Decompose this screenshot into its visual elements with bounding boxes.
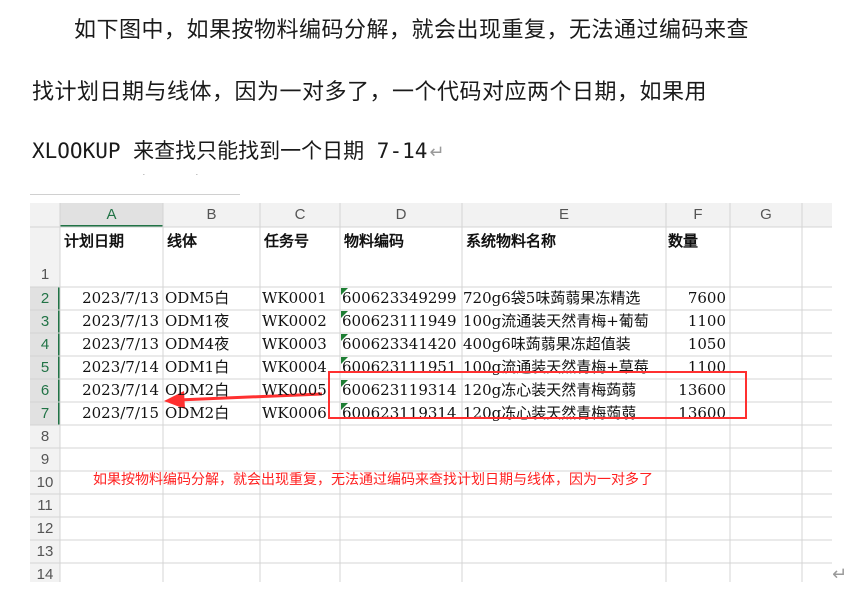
paragraph-text-2: 找计划日期与线体，因为一对多了，一个代码对应两个日期，如果用 — [32, 80, 708, 105]
row-number[interactable]: 6 — [30, 379, 60, 402]
highlight-box — [328, 371, 747, 419]
col-header-d[interactable]: D — [340, 204, 462, 226]
cell-code[interactable]: 600623341420 — [342, 333, 462, 356]
cell-name[interactable]: 720g6袋5味蒟蒻果冻精选 — [463, 287, 665, 310]
header-material-code[interactable]: 物料编码 — [344, 230, 460, 253]
paragraph-line-1: 如下图中，如果按物料编码分解，就会出现重复，无法通过编码来查 — [32, 12, 749, 44]
return-mark-icon: ↵ — [832, 564, 848, 585]
row-number[interactable]: 2 — [30, 287, 60, 310]
header-material-name[interactable]: 系统物料名称 — [466, 230, 664, 253]
row-number[interactable]: 12 — [30, 517, 60, 540]
col-header-a[interactable]: A — [60, 204, 163, 226]
row-number[interactable]: 13 — [30, 540, 60, 563]
paragraph-line-3: XLOOKUP 来查找只能找到一个日期 7-14 ↵ — [32, 135, 445, 165]
paragraph-line-2: 找计划日期与线体，因为一对多了，一个代码对应两个日期，如果用 — [32, 74, 707, 106]
header-task-no[interactable]: 任务号 — [264, 230, 338, 253]
cell-code[interactable]: 600623111949 — [342, 310, 462, 333]
cell-task[interactable]: WK0003 — [262, 333, 339, 356]
row-number[interactable]: 5 — [30, 356, 60, 379]
col-header-g[interactable]: G — [730, 204, 802, 226]
row-number[interactable]: 11 — [30, 494, 60, 517]
cell-code[interactable]: 600623349299 — [342, 287, 462, 310]
cell-line[interactable]: ODM1白 — [165, 356, 259, 379]
row-number[interactable]: 9 — [30, 448, 60, 471]
cell-date[interactable]: 2023/7/15 — [60, 402, 159, 425]
col-header-c[interactable]: C — [260, 204, 340, 226]
cell-task[interactable]: WK0001 — [262, 287, 339, 310]
return-mark-icon: ↵ — [429, 142, 445, 163]
paragraph-text-3: 来查找只能找到一个日期 7-14 — [120, 139, 428, 163]
cell-line[interactable]: ODM5白 — [165, 287, 259, 310]
cell-line[interactable]: ODM2白 — [165, 379, 259, 402]
cell-name[interactable]: 100g流通装天然青梅+葡萄 — [463, 310, 665, 333]
col-header-f[interactable]: F — [666, 204, 730, 226]
row-number[interactable]: 4 — [30, 333, 60, 356]
cell-line[interactable]: ODM4夜 — [165, 333, 259, 356]
cell-line[interactable]: ODM2白 — [165, 402, 259, 425]
row-number[interactable]: 10 — [30, 471, 60, 494]
col-header-b[interactable]: B — [163, 204, 260, 226]
toolbar-fragment: · · — [30, 174, 240, 195]
spreadsheet-image: A B C D E F G 1 2 3 4 5 6 7 8 9 10 11 12… — [30, 203, 832, 582]
cell-qty[interactable]: 1100 — [666, 310, 726, 333]
cell-line[interactable]: ODM1夜 — [165, 310, 259, 333]
cell-date[interactable]: 2023/7/14 — [60, 379, 159, 402]
cell-qty[interactable]: 1050 — [666, 333, 726, 356]
row-number[interactable]: 8 — [30, 425, 60, 448]
cell-name[interactable]: 400g6味蒟蒻果冻超值装 — [463, 333, 665, 356]
cell-date[interactable]: 2023/7/13 — [60, 287, 159, 310]
cell-date[interactable]: 2023/7/13 — [60, 310, 159, 333]
row-number[interactable]: 7 — [30, 402, 60, 425]
row-number[interactable]: 1 — [30, 263, 60, 286]
cell-date[interactable]: 2023/7/13 — [60, 333, 159, 356]
xlookup-text: XLOOKUP — [32, 139, 121, 163]
header-quantity[interactable]: 数量 — [668, 230, 728, 253]
cell-date[interactable]: 2023/7/14 — [60, 356, 159, 379]
col-header-e[interactable]: E — [462, 204, 666, 226]
cell-task[interactable]: WK0002 — [262, 310, 339, 333]
paragraph-text-1: 如下图中，如果按物料编码分解，就会出现重复，无法通过编码来查 — [74, 18, 750, 43]
row-number[interactable]: 14 — [30, 563, 60, 582]
toolbar-fragment-text-2: · — [195, 174, 199, 180]
header-line[interactable]: 线体 — [167, 230, 258, 253]
header-plan-date[interactable]: 计划日期 — [64, 230, 161, 253]
row-number[interactable]: 3 — [30, 310, 60, 333]
annotation-text: 如果按物料编码分解，就会出现重复，无法通过编码来查找计划日期与线体，因为一对多了 — [93, 472, 653, 488]
cell-qty[interactable]: 7600 — [666, 287, 726, 310]
toolbar-fragment-text: · — [142, 174, 146, 180]
